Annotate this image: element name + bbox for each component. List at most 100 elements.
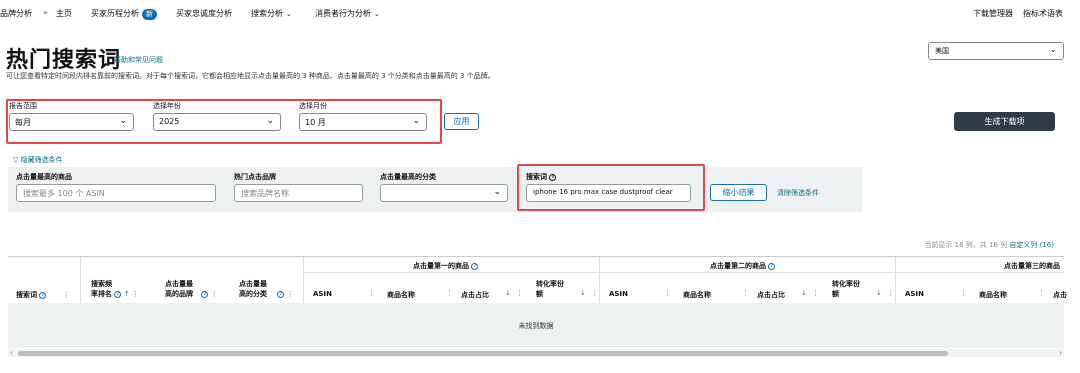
- filter-panel: 点击量最高的商品 搜索最多 100 个 ASIN 热门点击品牌 搜索品牌名称 点…: [8, 167, 862, 212]
- col-header-click-share-2[interactable]: 点击占比: [757, 290, 785, 300]
- reporting-range-value: 每月: [15, 118, 31, 127]
- col-header-conversion-2[interactable]: 额: [832, 289, 839, 299]
- col-header-asin-3[interactable]: ASIN: [905, 290, 924, 298]
- column-menu-icon[interactable]: ⋮: [446, 289, 453, 297]
- column-menu-icon[interactable]: ⋮: [960, 289, 967, 297]
- column-menu-icon[interactable]: ⋮: [516, 289, 523, 297]
- metric-glossary-link[interactable]: 指标术语表: [1023, 8, 1063, 19]
- column-menu-icon[interactable]: ⋮: [287, 290, 294, 298]
- col-header-conversion-2-line1: 转化率份: [832, 280, 860, 288]
- column-menu-icon[interactable]: ⋮: [132, 290, 139, 298]
- col-header-click-share-3[interactable]: 点击: [1053, 290, 1067, 300]
- col-header-category-line1: 点击量最: [239, 280, 267, 288]
- top-navigation: 品牌分析 » 主页 买家历程分析新 买家忠诚度分析 搜索分析 ⌄ 消费者行为分析 ⌄…: [0, 0, 1080, 26]
- country-select-value: 美国: [935, 47, 949, 55]
- search-terms-table: 点击量第一的商品 ? 点击量第二的商品 ? 点击量第三的商品 搜索词 ? ⋮ 搜…: [8, 256, 1067, 358]
- sort-up-icon[interactable]: ↑: [124, 290, 130, 298]
- col-header-asin-1[interactable]: ASIN: [313, 290, 332, 298]
- col-divider: [303, 257, 304, 303]
- table-header: 点击量第一的商品 ? 点击量第二的商品 ? 点击量第三的商品 搜索词 ? ⋮ 搜…: [8, 257, 1067, 303]
- help-icon[interactable]: ?: [114, 290, 122, 298]
- col-header-search-term[interactable]: 搜索词 ? ⋮: [16, 290, 70, 300]
- asin-filter-label: 点击量最高的商品: [16, 173, 72, 181]
- scroll-right-icon[interactable]: ›: [1059, 349, 1062, 357]
- category-select[interactable]: ⌄: [380, 184, 508, 202]
- nav-brand-analytics[interactable]: 品牌分析: [0, 8, 32, 19]
- nav-loyalty[interactable]: 买家忠诚度分析: [176, 8, 232, 19]
- column-menu-icon[interactable]: ⋮: [591, 289, 598, 297]
- country-select[interactable]: 美国 ⌄: [928, 42, 1064, 60]
- col-header-rank-label: 率排名: [91, 290, 112, 298]
- column-info: 当前显示 16 列，共 16 列 自定义列 (16): [924, 240, 1054, 250]
- nav-customer-journey[interactable]: 买家历程分析新: [91, 8, 157, 20]
- sort-down-icon[interactable]: ↓: [876, 289, 882, 297]
- column-menu-icon[interactable]: ⋮: [887, 289, 894, 297]
- help-icon[interactable]: ?: [39, 291, 47, 299]
- col-header-asin-2[interactable]: ASIN: [609, 290, 628, 298]
- column-menu-icon[interactable]: ⋮: [211, 290, 218, 298]
- brand-filter-label: 热门点击品牌: [234, 173, 276, 181]
- info-icon[interactable]: i: [549, 173, 557, 181]
- nav-search-analysis[interactable]: 搜索分析 ⌄: [251, 8, 292, 19]
- group-header-first: 点击量第一的商品 ?: [413, 261, 479, 271]
- column-menu-icon[interactable]: ⋮: [368, 289, 375, 297]
- col-header-category[interactable]: 高的分类 ? ⋮: [239, 289, 294, 299]
- nav-customer-journey-label: 买家历程分析: [91, 9, 139, 18]
- help-link[interactable]: 帮助和常见问题: [114, 55, 163, 65]
- clear-filters-link[interactable]: 清除筛选条件: [777, 188, 819, 198]
- horizontal-scrollbar[interactable]: ‹ ›: [8, 349, 1064, 357]
- apply-button[interactable]: 应用: [444, 113, 479, 130]
- col-header-brand-line1: 点击量最: [165, 280, 193, 288]
- col-divider: [599, 257, 600, 303]
- col-header-brand[interactable]: 高的品牌 ? ⋮: [165, 289, 218, 299]
- column-menu-icon[interactable]: ⋮: [812, 289, 819, 297]
- col-header-product-name-3[interactable]: 商品名称: [979, 290, 1007, 300]
- customize-columns-link[interactable]: 自定义列 (16): [1009, 241, 1054, 249]
- group-header-second: 点击量第二的商品 ?: [710, 261, 776, 271]
- help-icon[interactable]: ?: [471, 262, 479, 270]
- asin-search-input[interactable]: 搜索最多 100 个 ASIN: [16, 184, 216, 202]
- sort-down-icon[interactable]: ↓: [801, 289, 807, 297]
- generate-download-button[interactable]: 生成下载项: [954, 112, 1055, 131]
- col-header-product-name-2[interactable]: 商品名称: [683, 290, 711, 300]
- year-label: 选择年份: [153, 102, 181, 110]
- reporting-range-select[interactable]: 每月 ⌄: [9, 113, 134, 131]
- chevron-down-icon: ⌄: [286, 10, 292, 18]
- brand-search-input[interactable]: 搜索品牌名称: [234, 184, 363, 202]
- col-header-rank[interactable]: 率排名 ? ↑ ⋮: [91, 289, 139, 299]
- page-title: 热门搜索词: [6, 48, 122, 73]
- sort-down-icon[interactable]: ↓: [505, 289, 511, 297]
- help-icon[interactable]: ?: [277, 290, 285, 298]
- search-term-label: 搜索词 i: [526, 172, 557, 182]
- col-divider: [80, 257, 81, 303]
- nav-consumer-behavior[interactable]: 消费者行为分析 ⌄: [315, 8, 380, 19]
- column-menu-icon[interactable]: ⋮: [1038, 289, 1045, 297]
- filter-funnel-icon: ▽: [13, 156, 21, 164]
- group-header-first-label: 点击量第一的商品: [413, 262, 469, 270]
- chevron-down-icon: ⌄: [412, 116, 420, 126]
- scroll-left-icon[interactable]: ‹: [10, 349, 13, 357]
- year-select[interactable]: 2025 ⌄: [153, 113, 281, 131]
- month-select[interactable]: 10 月 ⌄: [299, 113, 427, 131]
- group-header-second-label: 点击量第二的商品: [710, 262, 766, 270]
- hide-filters-toggle[interactable]: ▽ 隐藏筛选条件: [13, 155, 63, 165]
- nav-consumer-behavior-label: 消费者行为分析: [315, 9, 371, 18]
- col-header-click-share-1[interactable]: 点击占比: [461, 290, 489, 300]
- scrollbar-thumb[interactable]: [18, 351, 948, 356]
- col-header-conversion-1[interactable]: 额: [536, 289, 543, 299]
- narrow-results-button[interactable]: 缩小结果: [710, 184, 767, 201]
- search-term-input[interactable]: iphone 16 pro max case dustproof clear: [526, 184, 691, 202]
- column-menu-icon[interactable]: ⋮: [742, 289, 749, 297]
- nav-home[interactable]: 主页: [56, 8, 72, 19]
- help-icon[interactable]: ?: [201, 290, 209, 298]
- help-icon[interactable]: ?: [768, 262, 776, 270]
- col-header-product-name-1[interactable]: 商品名称: [387, 290, 415, 300]
- nav-search-analysis-label: 搜索分析: [251, 9, 283, 18]
- column-menu-icon[interactable]: ⋮: [664, 289, 671, 297]
- download-manager-link[interactable]: 下载管理器: [973, 8, 1013, 19]
- sort-down-icon[interactable]: ↓: [580, 289, 586, 297]
- hide-filters-label: 隐藏筛选条件: [20, 156, 63, 164]
- col-header-category-label: 高的分类: [239, 290, 267, 298]
- column-menu-icon[interactable]: ⋮: [63, 291, 70, 299]
- col-divider: [895, 257, 896, 303]
